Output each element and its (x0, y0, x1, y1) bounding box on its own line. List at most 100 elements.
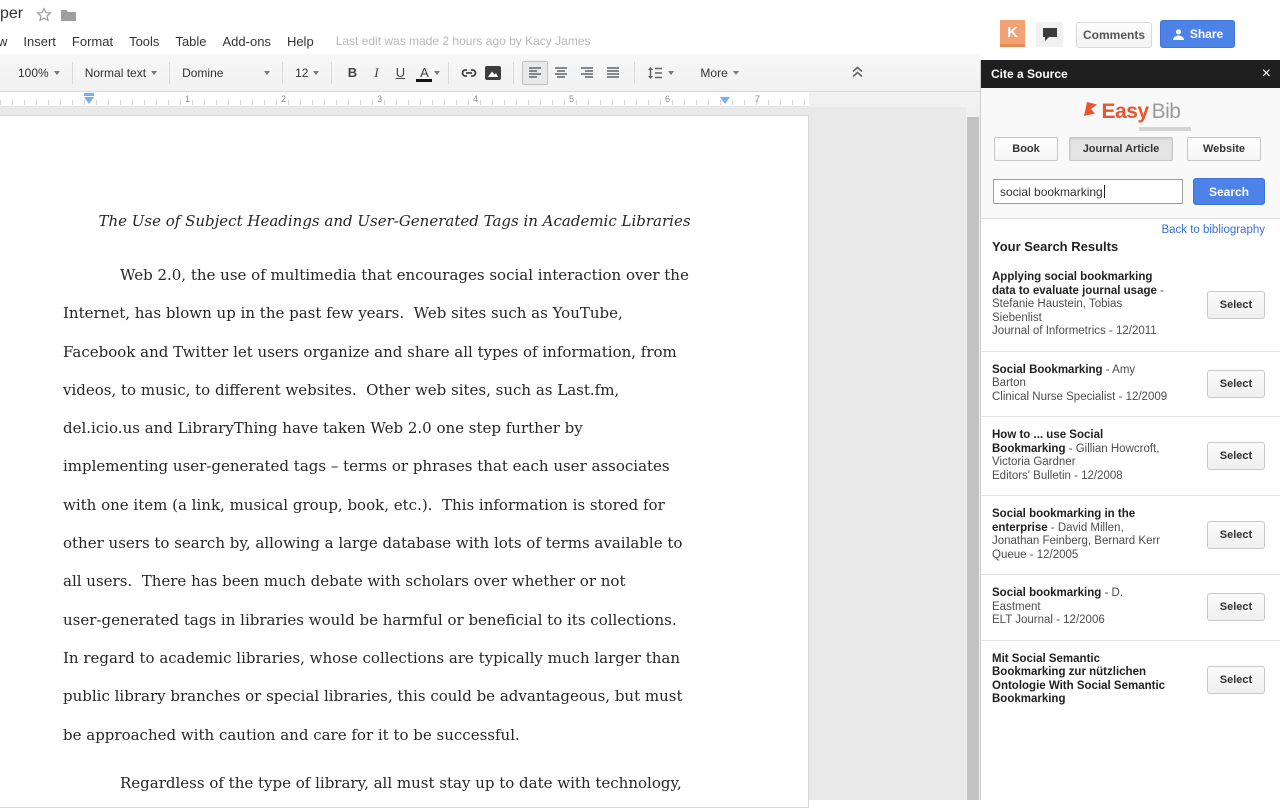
doc-line: other users to search by, allowing a lar… (63, 524, 803, 562)
document-page[interactable]: The Use of Subject Headings and User-Gen… (0, 115, 809, 808)
doc-line: Internet, has blown up in the past few y… (63, 294, 803, 332)
scrollbar-track[interactable] (966, 107, 980, 800)
chevron-down-icon (54, 71, 60, 75)
font-size-select[interactable]: 12 (291, 66, 323, 80)
doc-line: In regard to academic libraries, whose c… (63, 639, 803, 677)
result-text: Social Bookmarking - Amy Barton Clinical… (992, 364, 1170, 405)
line-spacing-button[interactable] (643, 66, 678, 80)
document-heading: The Use of Subject Headings and User-Gen… (0, 212, 799, 230)
first-line-indent-marker[interactable] (84, 93, 94, 96)
select-button[interactable]: Select (1207, 666, 1265, 694)
menu-item-format[interactable]: Format (64, 31, 121, 52)
results-list: Applying social bookmarking data to eval… (981, 259, 1280, 719)
menu-item-tools[interactable]: Tools (121, 31, 167, 52)
menu-item-insert[interactable]: Insert (15, 31, 64, 52)
line-spacing-icon (647, 66, 663, 80)
ruler-number: 1 (185, 94, 190, 104)
star-icon[interactable] (36, 7, 52, 23)
result-title: Social Bookmarking (992, 364, 1103, 376)
easybib-flag-icon (1082, 100, 1099, 118)
close-icon[interactable]: × (1262, 66, 1271, 82)
tab-journal-article[interactable]: Journal Article (1069, 137, 1173, 161)
share-person-icon (1172, 28, 1185, 41)
more-label: More (700, 66, 727, 80)
result-title: Social bookmarking (992, 587, 1101, 599)
result-source: ELT Journal - 12/2006 (992, 614, 1170, 628)
logo-text-easy: Easy (1102, 100, 1149, 124)
menubar: w Insert Format Tools Table Add-ons Help… (0, 28, 980, 54)
ruler-number: 7 (755, 94, 760, 104)
doc-line: with one item (a link, musical group, bo… (63, 486, 803, 524)
menu-item-addons[interactable]: Add-ons (215, 31, 279, 52)
paragraph-style-select[interactable]: Normal text (81, 66, 161, 80)
text-color-button[interactable]: A (412, 61, 436, 85)
chat-icon[interactable] (1036, 22, 1063, 47)
bold-button[interactable]: B (340, 61, 364, 85)
result-item: Social Bookmarking - Amy Barton Clinical… (981, 352, 1280, 418)
align-left-button[interactable] (522, 61, 548, 85)
underline-button[interactable]: U (388, 61, 412, 85)
result-source: Editors' Bulletin - 12/2008 (992, 470, 1170, 484)
chevron-down-icon (668, 71, 674, 75)
result-title: Mit Social Semantic Bookmarking zur nütz… (992, 653, 1165, 706)
share-label: Share (1190, 27, 1223, 41)
share-button[interactable]: Share (1160, 20, 1235, 48)
result-text: How to ... use Social Bookmarking - Gill… (992, 429, 1170, 483)
font-value: Domine (182, 66, 223, 80)
chevron-down-icon (733, 71, 739, 75)
align-justify-button[interactable] (600, 61, 626, 85)
font-size-value: 12 (295, 66, 308, 80)
result-item: Social bookmarking - D. Eastment ELT Jou… (981, 575, 1280, 641)
separator (331, 62, 332, 84)
select-button[interactable]: Select (1207, 442, 1265, 470)
result-item: Applying social bookmarking data to eval… (981, 259, 1280, 352)
tab-book[interactable]: Book (994, 137, 1058, 161)
chevron-down-icon (313, 71, 319, 75)
select-button[interactable]: Select (1207, 593, 1265, 621)
doc-line: Facebook and Twitter let users organize … (63, 333, 803, 371)
back-to-bibliography-link[interactable]: Back to bibliography (1161, 224, 1265, 236)
document-body: Web 2.0, the use of multimedia that enco… (63, 256, 803, 802)
logo-text-bib: Bib (1152, 100, 1181, 124)
result-item: How to ... use Social Bookmarking - Gill… (981, 417, 1280, 496)
right-indent-marker[interactable] (720, 97, 730, 104)
ruler-page-area: 1 2 3 4 5 6 7 (0, 92, 809, 107)
select-button[interactable]: Select (1207, 370, 1265, 398)
separator (282, 62, 283, 84)
scrollbar-thumb[interactable] (967, 117, 979, 800)
left-indent-marker[interactable] (84, 97, 94, 104)
more-button[interactable]: More (696, 66, 742, 80)
avatar[interactable]: K (1000, 20, 1025, 47)
search-row: social bookmarking Search (981, 179, 1280, 205)
select-button[interactable]: Select (1207, 521, 1265, 549)
menu-item-table[interactable]: Table (167, 31, 214, 52)
select-button[interactable]: Select (1207, 291, 1265, 319)
search-input[interactable]: social bookmarking (993, 179, 1183, 204)
doc-line: Web 2.0, the use of multimedia that enco… (63, 256, 803, 294)
collapse-toolbar-button[interactable] (845, 60, 869, 84)
align-right-button[interactable] (574, 61, 600, 85)
italic-button[interactable]: I (364, 61, 388, 85)
zoom-select[interactable]: 100% (14, 66, 64, 80)
align-center-button[interactable] (548, 61, 574, 85)
tab-website[interactable]: Website (1187, 137, 1261, 161)
folder-icon[interactable] (60, 7, 77, 22)
comments-button[interactable]: Comments (1076, 22, 1152, 48)
font-select[interactable]: Domine (178, 66, 274, 80)
document-title[interactable]: per (0, 5, 23, 23)
result-text: Social bookmarking in the enterprise - D… (992, 508, 1170, 562)
insert-image-icon[interactable] (481, 61, 505, 85)
search-button[interactable]: Search (1193, 178, 1265, 205)
double-chevron-up-icon (851, 66, 864, 78)
insert-link-icon[interactable] (457, 61, 481, 85)
ruler-number: 2 (281, 94, 286, 104)
menu-item-help[interactable]: Help (279, 31, 322, 52)
sidebar-title: Cite a Source (991, 67, 1068, 81)
last-edit-status[interactable]: Last edit was made 2 hours ago by Kacy J… (336, 34, 591, 48)
text-color-swatch (416, 79, 432, 82)
separator (448, 62, 449, 84)
source-type-tabs: Book Journal Article Website (981, 137, 1280, 161)
menu-item-view-partial[interactable]: w (0, 31, 15, 52)
doc-line: user-generated tags in libraries would b… (63, 601, 803, 639)
separator (513, 62, 514, 84)
